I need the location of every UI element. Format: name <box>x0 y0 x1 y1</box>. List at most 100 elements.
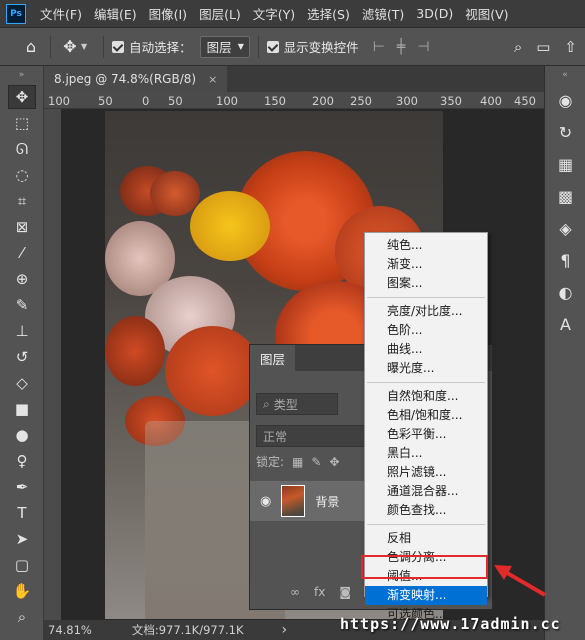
menu-item-posterize[interactable]: 色调分离... <box>365 548 487 567</box>
blend-mode-value: 正常 <box>263 429 288 444</box>
frame-tool[interactable]: ⊠ <box>0 214 44 240</box>
search-icon[interactable]: ⌕ <box>514 38 522 56</box>
move-tool-icon[interactable]: ✥ <box>59 37 81 56</box>
healing-tool[interactable]: ⊕ <box>0 266 44 292</box>
pen-tool[interactable]: ✒ <box>0 474 44 500</box>
zoom-tool[interactable]: ⌕ <box>0 604 44 630</box>
menu-image[interactable]: 图像(I) <box>143 4 193 23</box>
layer-filter-input[interactable]: ⌕ 类型 <box>256 393 338 415</box>
link-icon[interactable]: ∞ <box>290 585 300 599</box>
brush-tool[interactable]: ✎ <box>0 292 44 318</box>
align-right-icon[interactable]: ⊣ <box>417 39 429 55</box>
color-icon[interactable]: ◉ <box>545 84 585 116</box>
menu-layer[interactable]: 图层(L) <box>193 4 247 23</box>
chevron-right-icon[interactable]: › <box>282 622 288 638</box>
3d-icon[interactable]: ◈ <box>545 212 585 244</box>
menu-item-exposure[interactable]: 曝光度... <box>365 359 487 378</box>
align-left-icon[interactable]: ⊢ <box>373 39 385 55</box>
menu-item-curves[interactable]: 曲线... <box>365 340 487 359</box>
zoom-level[interactable]: 74.81% <box>48 623 92 637</box>
crop-tool[interactable]: ⌗ <box>0 188 44 214</box>
shape-tool[interactable]: ▢ <box>0 552 44 578</box>
stamp-icon: ⊥ <box>15 322 29 340</box>
menu-item-color-balance[interactable]: 色彩平衡... <box>365 425 487 444</box>
lock-pixels-icon[interactable]: ▦ <box>292 455 303 469</box>
collapse-icon[interactable]: » <box>0 66 43 84</box>
eraser-tool[interactable]: ◇ <box>0 370 44 396</box>
menu-item-pattern[interactable]: 图案... <box>365 274 487 293</box>
tab-layers[interactable]: 图层 <box>250 345 296 371</box>
show-transform-checkbox[interactable] <box>266 40 279 53</box>
home-icon[interactable]: ⌂ <box>20 37 42 56</box>
lock-row: 锁定: ▦ ✎ ✥ <box>256 453 340 470</box>
auto-select-label: 自动选择： <box>129 40 192 55</box>
fx-icon[interactable]: fx <box>314 585 325 599</box>
eyedropper-tool[interactable]: ⁄ <box>0 240 44 266</box>
menu-edit[interactable]: 编辑(E) <box>88 4 143 23</box>
hand-tool[interactable]: ✋ <box>0 578 44 604</box>
document-tabs: 8.jpeg @ 74.8%(RGB/8) × <box>44 66 544 92</box>
close-icon[interactable]: × <box>208 73 217 86</box>
align-center-icon[interactable]: ╪ <box>397 39 405 55</box>
lock-move-icon[interactable]: ✥ <box>329 455 339 469</box>
menu-item-threshold[interactable]: 阈值... <box>365 567 487 586</box>
menu-item-brightness-contrast[interactable]: 亮度/对比度... <box>365 302 487 321</box>
menu-filter[interactable]: 滤镜(T) <box>356 4 410 23</box>
quick-select-tool[interactable]: ◌ <box>0 162 44 188</box>
ruler-tick: 250 <box>350 94 372 108</box>
swatches-icon[interactable]: ▦ <box>545 148 585 180</box>
lock-brush-icon[interactable]: ✎ <box>311 455 321 469</box>
move-icon: ✥ <box>8 85 36 109</box>
path-select-tool[interactable]: ➤ <box>0 526 44 552</box>
menu-select[interactable]: 选择(S) <box>301 4 356 23</box>
menu-3d[interactable]: 3D(D) <box>410 6 459 21</box>
chevron-down-icon[interactable]: ▼ <box>81 42 87 51</box>
menu-item-levels[interactable]: 色阶... <box>365 321 487 340</box>
menu-item-black-white[interactable]: 黑白... <box>365 444 487 463</box>
marquee-tool[interactable]: ⬚ <box>0 110 44 136</box>
grid-icon[interactable]: ▩ <box>545 180 585 212</box>
history-icon[interactable]: ↻ <box>545 116 585 148</box>
type-tool[interactable]: T <box>0 500 44 526</box>
menu-item-vibrance[interactable]: 自然饱和度... <box>365 387 487 406</box>
paragraph-icon[interactable]: ¶ <box>545 244 585 276</box>
auto-select-checkbox[interactable] <box>112 40 125 53</box>
gradient-tool[interactable]: ■ <box>0 396 44 422</box>
auto-select-dropdown[interactable]: 图层 ▼ <box>199 35 250 58</box>
arrow-icon: ➤ <box>15 530 29 548</box>
menu-item-solid-color[interactable]: 纯色... <box>365 236 487 255</box>
layer-filter-value: 类型 <box>273 397 298 412</box>
zoom-icon: ⌕ <box>17 608 27 626</box>
move-tool[interactable]: ✥ <box>0 84 44 110</box>
menu-view[interactable]: 视图(V) <box>459 4 514 23</box>
blend-mode-select[interactable]: 正常 <box>256 425 366 447</box>
visibility-eye-icon[interactable]: ◉ <box>260 494 271 509</box>
menu-file[interactable]: 文件(F) <box>34 4 88 23</box>
share-icon[interactable]: ⇧ <box>564 38 577 56</box>
menu-type[interactable]: 文字(Y) <box>247 4 301 23</box>
lasso-tool[interactable]: ᘏ <box>0 136 44 162</box>
mask-icon[interactable]: ◙ <box>339 585 351 599</box>
character-icon[interactable]: A <box>545 308 585 340</box>
layer-thumbnail <box>281 485 306 517</box>
adjustments-icon[interactable]: ◐ <box>545 276 585 308</box>
layer-name: 背景 <box>315 494 340 509</box>
show-transform-label: 显示变换控件 <box>283 40 359 55</box>
dodge-tool[interactable]: ♀ <box>0 448 44 474</box>
menu-item-color-lookup[interactable]: 颜色查找... <box>365 501 487 520</box>
menu-item-invert[interactable]: 反相 <box>365 529 487 548</box>
collapse-icon[interactable]: « <box>545 66 585 84</box>
menu-item-gradient-map[interactable]: 渐变映射... <box>365 586 487 605</box>
layer-row[interactable]: ◉ 背景 <box>250 481 368 521</box>
history-brush-tool[interactable]: ↺ <box>0 344 44 370</box>
menu-item-hue-saturation[interactable]: 色相/饱和度... <box>365 406 487 425</box>
workspace-icon[interactable]: ▭ <box>536 38 550 56</box>
document-tab[interactable]: 8.jpeg @ 74.8%(RGB/8) × <box>44 66 228 92</box>
lasso-icon: ᘏ <box>15 140 29 158</box>
menu-item-channel-mixer[interactable]: 通道混合器... <box>365 482 487 501</box>
bandage-icon: ⊕ <box>15 270 29 288</box>
menu-item-gradient[interactable]: 渐变... <box>365 255 487 274</box>
blur-tool[interactable]: ● <box>0 422 44 448</box>
menu-item-photo-filter[interactable]: 照片滤镜... <box>365 463 487 482</box>
stamp-tool[interactable]: ⊥ <box>0 318 44 344</box>
